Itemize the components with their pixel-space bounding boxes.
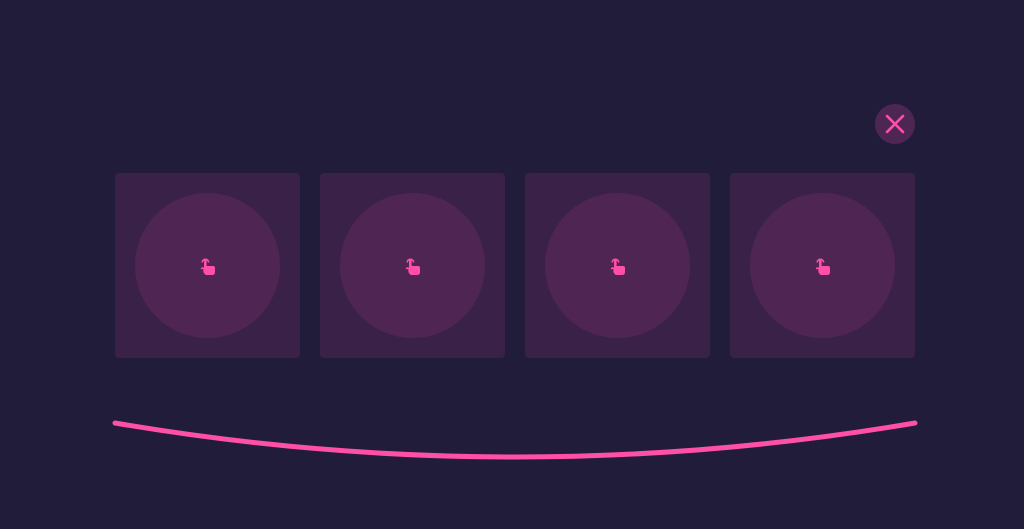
option-card-3[interactable] [525, 173, 710, 358]
option-card-circle [135, 193, 280, 338]
close-button[interactable] [875, 104, 915, 144]
option-card-circle [545, 193, 690, 338]
tap-hand-icon [815, 258, 830, 275]
option-card-2[interactable] [320, 173, 505, 358]
option-card-1[interactable] [115, 173, 300, 358]
tap-hand-icon [610, 258, 625, 275]
tap-hand-icon [200, 258, 215, 275]
option-card-4[interactable] [730, 173, 915, 358]
tap-hand-icon [405, 258, 420, 275]
close-icon [885, 114, 905, 134]
option-card-circle [750, 193, 895, 338]
option-cards [115, 173, 915, 358]
overlay-stage [0, 0, 1024, 529]
option-card-circle [340, 193, 485, 338]
